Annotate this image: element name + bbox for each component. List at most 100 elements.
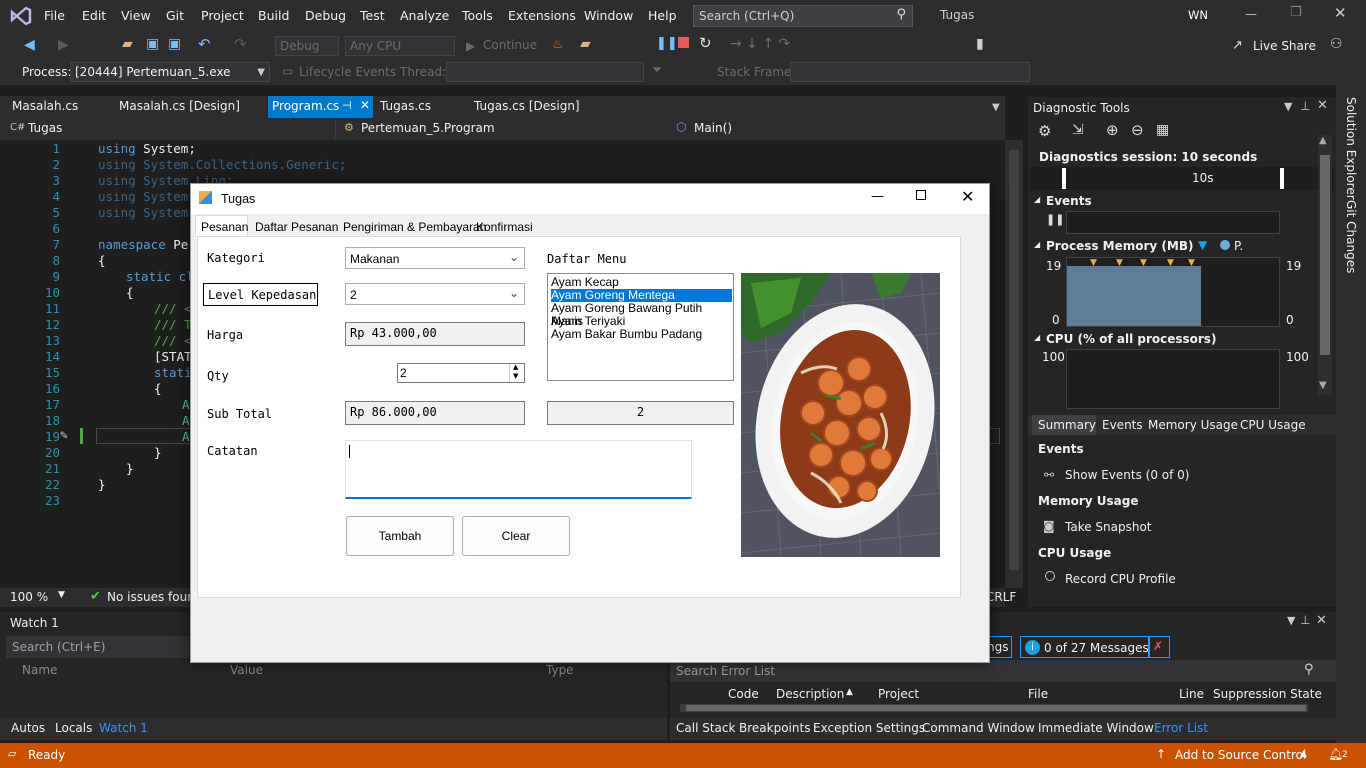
tab-masalah-design[interactable]: Masalah.cs [Design] xyxy=(113,96,246,118)
tab-autos[interactable]: Autos xyxy=(11,721,45,735)
tab-solution-explorer[interactable]: Solution Explorer xyxy=(1344,97,1358,200)
messages-filter[interactable]: i 0 of 27 Messages xyxy=(1020,636,1150,658)
events-timeline[interactable] xyxy=(1066,211,1280,234)
pause-icon[interactable]: ❚❚ xyxy=(656,36,678,51)
source-control-chevron-icon[interactable]: ▲ xyxy=(1300,749,1307,759)
timeline-start-handle[interactable] xyxy=(1062,168,1066,189)
take-snapshot-button[interactable]: Take Snapshot xyxy=(1065,520,1152,534)
add-to-source-control[interactable]: Add to Source Control xyxy=(1175,748,1306,762)
menu-view[interactable]: View xyxy=(121,8,151,23)
tab-locals[interactable]: Locals xyxy=(55,721,92,735)
lifecycle-events-button[interactable]: Lifecycle Events xyxy=(299,65,396,79)
settings-gear-icon[interactable]: ⚙ xyxy=(1038,122,1051,140)
clear-button[interactable]: Clear xyxy=(462,516,570,556)
tab-tugas-design[interactable]: Tugas.cs [Design] xyxy=(468,96,586,118)
kategori-dropdown[interactable]: Makanan ⌄ xyxy=(345,247,525,269)
memory-collapse-icon[interactable]: ◢ xyxy=(1034,240,1040,249)
editor-scrollbar[interactable] xyxy=(1005,140,1023,588)
reset-view-icon[interactable]: ▦ xyxy=(1156,122,1169,138)
tab-cpu-usage[interactable]: CPU Usage xyxy=(1240,418,1306,432)
diag-pin-icon[interactable]: ⊥ xyxy=(1300,99,1310,113)
bookmark-icon[interactable]: ▮ xyxy=(976,36,984,52)
tab-memory-usage[interactable]: Memory Usage xyxy=(1148,418,1238,432)
step-icon[interactable]: → ↓ ↑ ↷ xyxy=(730,36,790,52)
platform-dropdown[interactable]: Any CPU xyxy=(345,36,455,56)
tab-summary[interactable]: Summary xyxy=(1032,415,1096,435)
menu-test[interactable]: Test xyxy=(360,8,385,23)
col-line[interactable]: Line xyxy=(1179,687,1204,701)
continue-button[interactable]: Continue xyxy=(483,38,537,52)
diag-scrollbar[interactable]: ▲ ▼ xyxy=(1318,135,1332,395)
stack-frame-dropdown[interactable] xyxy=(790,62,1030,82)
user-avatar[interactable]: WN xyxy=(1188,8,1208,22)
menu-debug[interactable]: Debug xyxy=(305,8,346,23)
error-list-scroll-thumb[interactable] xyxy=(686,705,1306,711)
continue-icon[interactable]: ▶ xyxy=(466,39,475,53)
zoom-out-icon[interactable]: ⊖ xyxy=(1131,121,1144,139)
thread-dropdown[interactable] xyxy=(446,62,644,82)
zoom-in-icon[interactable]: ⊕ xyxy=(1106,121,1119,139)
spin-up-icon[interactable]: ▲ xyxy=(513,363,518,371)
col-file[interactable]: File xyxy=(1028,687,1048,701)
panel-pin-icon[interactable]: ⊥ xyxy=(1300,613,1310,627)
scroll-up-icon[interactable]: ▲ xyxy=(1319,135,1327,146)
memory-graph[interactable]: ▼ ▼ ▼ ▼ ▼ xyxy=(1066,257,1280,327)
error-list-scrollbar[interactable] xyxy=(680,704,1308,712)
form-title-bar[interactable]: Tugas — ✕ xyxy=(191,184,989,214)
line-ending[interactable]: CRLF xyxy=(986,590,1016,604)
stop-icon[interactable] xyxy=(678,37,689,48)
menu-help[interactable]: Help xyxy=(648,8,677,23)
tab-masalah-cs[interactable]: Masalah.cs xyxy=(6,96,84,118)
menu-project[interactable]: Project xyxy=(201,8,244,23)
zoom-chevron-icon[interactable]: ▼ xyxy=(58,590,65,600)
form-close-icon[interactable]: ✕ xyxy=(961,187,974,206)
tab-error-list[interactable]: Error List xyxy=(1154,721,1208,735)
tab-tugas-cs[interactable]: Tugas.cs xyxy=(374,96,437,118)
save-icon[interactable]: ▣ xyxy=(146,36,159,52)
scroll-down-icon[interactable]: ▼ xyxy=(1319,380,1327,391)
menu-tools[interactable]: Tools xyxy=(462,8,493,23)
tab-git-changes[interactable]: Git Changes xyxy=(1344,200,1358,273)
tab-immediate-window[interactable]: Immediate Window xyxy=(1038,721,1154,735)
col-suppression[interactable]: Suppression State xyxy=(1213,687,1322,701)
forward-icon[interactable]: ▶ xyxy=(58,37,69,53)
timeline-ruler[interactable]: 10s xyxy=(1030,167,1334,190)
menu-build[interactable]: Build xyxy=(258,8,289,23)
list-item[interactable]: Ayam Bakar Bumbu Padang xyxy=(551,328,732,341)
feedback-icon[interactable]: ⚇ xyxy=(1330,36,1343,52)
pin-icon[interactable]: ⊣ xyxy=(342,99,352,112)
filter-icon[interactable]: ⏷ xyxy=(652,63,662,78)
qty-spin-buttons[interactable]: ▲ ▼ xyxy=(509,363,524,382)
tab-konfirmasi[interactable]: Konfirmasi xyxy=(472,218,537,237)
tab-program-cs[interactable]: Program.cs ⊣ ✕ xyxy=(268,96,373,118)
search-box[interactable]: Search (Ctrl+Q) ⚲ xyxy=(693,5,913,27)
tab-exception-settings[interactable]: Exception Settings xyxy=(813,721,925,735)
cpu-graph[interactable] xyxy=(1066,349,1280,409)
open-folder-icon[interactable]: ▰ xyxy=(122,36,133,52)
tab-command-window[interactable]: Command Window xyxy=(922,721,1035,735)
undo-icon[interactable]: ↶ xyxy=(198,35,211,53)
menu-git[interactable]: Git xyxy=(166,8,184,23)
back-icon[interactable]: ◀ xyxy=(24,37,35,53)
tab-pesanan[interactable]: Pesanan xyxy=(195,215,248,237)
tambah-button[interactable]: Tambah xyxy=(346,516,454,556)
panel-close-icon[interactable]: ✕ xyxy=(1316,613,1327,628)
hot-reload-icon[interactable]: ♨ xyxy=(552,37,564,52)
tab-events[interactable]: Events xyxy=(1102,418,1143,432)
save-all-icon[interactable]: ▣ xyxy=(168,36,181,52)
tab-breakpoints[interactable]: Breakpoints xyxy=(739,721,810,735)
diag-close-icon[interactable]: ✕ xyxy=(1317,98,1328,113)
editor-scroll-thumb[interactable] xyxy=(1009,150,1019,570)
issues-status[interactable]: No issues found xyxy=(107,590,202,604)
nav-member-dropdown[interactable]: ⬡ Main() xyxy=(676,120,1001,138)
catatan-textarea[interactable] xyxy=(345,440,692,499)
menu-window[interactable]: Window xyxy=(584,8,633,23)
process-dropdown[interactable]: [20444] Pertemuan_5.exe ▼ xyxy=(70,62,270,82)
tab-overflow-icon[interactable]: ▼ xyxy=(992,102,1000,113)
qty-stepper[interactable]: 2 ▲ ▼ xyxy=(397,363,525,383)
restart-icon[interactable]: ↻ xyxy=(699,34,712,52)
clear-filter-button[interactable]: ✗ xyxy=(1148,636,1170,658)
record-cpu-profile-button[interactable]: Record CPU Profile xyxy=(1065,572,1176,586)
show-events-link[interactable]: Show Events (0 of 0) xyxy=(1065,468,1189,482)
diag-scroll-thumb[interactable] xyxy=(1320,155,1330,355)
